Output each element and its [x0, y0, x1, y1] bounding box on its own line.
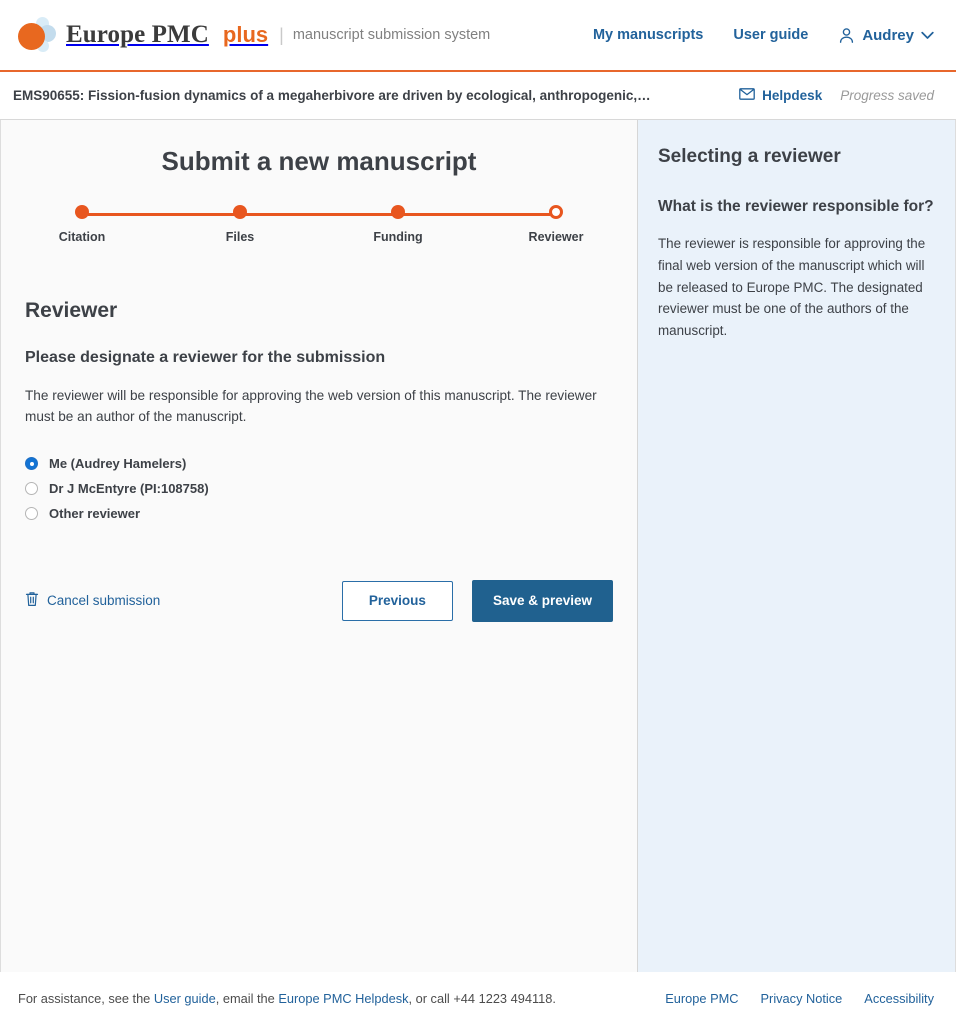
section-title: Reviewer: [25, 299, 118, 322]
step-label: Reviewer: [528, 230, 584, 244]
page-root: Europe PMC plus | manuscript submission …: [0, 0, 956, 1024]
radio-option-label: Me (Audrey Hamelers): [49, 456, 187, 472]
radio-button-icon[interactable]: [25, 482, 38, 496]
nav-item-user-guide[interactable]: User guide: [733, 27, 808, 43]
section-description: The reviewer will be responsible for app…: [25, 388, 597, 425]
radio-button-icon[interactable]: [25, 507, 38, 521]
footer-assist-prefix: For assistance, see the: [18, 991, 154, 1006]
nav-item-my-manuscripts[interactable]: My manuscripts: [593, 27, 703, 43]
manuscript-context-bar: EMS90655: Fission-fusion dynamics of a m…: [0, 72, 956, 120]
footer-link-privacy-notice[interactable]: Privacy Notice: [761, 991, 843, 1006]
brand-name: Europe PMC: [66, 21, 209, 48]
user-menu-label: Audrey: [862, 26, 914, 44]
europe-pmc-logo-icon: [14, 14, 56, 56]
radio-option-label: Other reviewer: [49, 506, 141, 522]
section-subtitle: Please designate a reviewer for the subm…: [25, 349, 386, 366]
sidebar-title: Selecting a reviewer: [658, 146, 841, 167]
sidebar-answer: The reviewer is responsible for approvin…: [658, 236, 926, 339]
step-dot-icon: [549, 205, 563, 219]
helpdesk-label: Helpdesk: [762, 88, 823, 103]
footer-links: Europe PMC Privacy Notice Accessibility: [665, 991, 934, 1006]
help-sidebar: Selecting a reviewer What is the reviewe…: [638, 120, 955, 972]
radio-option-label: Dr J McEntyre (PI:108758): [49, 481, 209, 497]
footer-helpdesk-link[interactable]: Europe PMC Helpdesk: [278, 991, 408, 1006]
brand-divider: |: [279, 24, 284, 45]
sidebar-question: What is the reviewer responsible for?: [658, 198, 934, 215]
footer-assistance-text: For assistance, see the User guide, emai…: [18, 991, 556, 1006]
footer-assist-mid: , email the: [215, 991, 279, 1006]
radio-button-icon[interactable]: [25, 457, 38, 471]
radio-option-me[interactable]: Me (Audrey Hamelers): [25, 451, 613, 476]
step-dot-icon: [391, 205, 405, 219]
radio-option-pi[interactable]: Dr J McEntyre (PI:108758): [25, 476, 613, 501]
trash-icon: [25, 591, 39, 610]
step-label: Files: [225, 230, 255, 244]
user-menu[interactable]: Audrey: [838, 27, 934, 44]
previous-button[interactable]: Previous: [341, 581, 453, 621]
page-title: Submit a new manuscript: [161, 146, 477, 176]
context-bar-actions: Helpdesk Progress saved: [739, 88, 934, 103]
chevron-down-icon: [921, 31, 934, 40]
site-header: Europe PMC plus | manuscript submission …: [0, 0, 956, 72]
main-navigation: My manuscripts User guide Audrey: [593, 27, 934, 44]
save-and-preview-button[interactable]: Save & preview: [471, 580, 613, 622]
site-footer: For assistance, see the User guide, emai…: [0, 972, 956, 1024]
radio-option-other[interactable]: Other reviewer: [25, 501, 613, 526]
reviewer-radio-group: Me (Audrey Hamelers) Dr J McEntyre (PI:1…: [25, 451, 613, 526]
step-label: Funding: [373, 230, 423, 244]
main-panel: Submit a new manuscript Citation Files F…: [1, 120, 638, 972]
cancel-submission-label: Cancel submission: [47, 593, 161, 609]
manuscript-title: EMS90655: Fission-fusion dynamics of a m…: [13, 88, 653, 103]
content-area: Submit a new manuscript Citation Files F…: [0, 120, 956, 972]
brand-plus: plus: [222, 22, 269, 47]
step-label: Citation: [58, 230, 106, 244]
cancel-submission-link[interactable]: Cancel submission: [25, 591, 160, 610]
reviewer-form: Reviewer Please designate a reviewer for…: [25, 299, 613, 622]
footer-link-europe-pmc[interactable]: Europe PMC: [665, 991, 738, 1006]
progress-status: Progress saved: [840, 88, 934, 103]
user-icon: [838, 27, 855, 44]
helpdesk-link[interactable]: Helpdesk: [739, 88, 822, 103]
form-actions: Cancel submission Previous Save & previe…: [25, 580, 613, 622]
footer-assist-suffix: , or call +44 1223 494118.: [408, 991, 556, 1006]
envelope-icon: [739, 88, 756, 103]
step-dot-icon: [75, 205, 89, 219]
brand-logo-link[interactable]: Europe PMC plus: [14, 14, 268, 56]
footer-user-guide-link[interactable]: User guide: [154, 991, 216, 1006]
submission-stepper: Citation Files Funding Reviewer: [59, 205, 583, 253]
footer-link-accessibility[interactable]: Accessibility: [864, 991, 934, 1006]
brand-tagline: manuscript submission system: [292, 27, 491, 43]
step-dot-icon: [233, 205, 247, 219]
primary-actions: Previous Save & preview: [341, 580, 613, 622]
